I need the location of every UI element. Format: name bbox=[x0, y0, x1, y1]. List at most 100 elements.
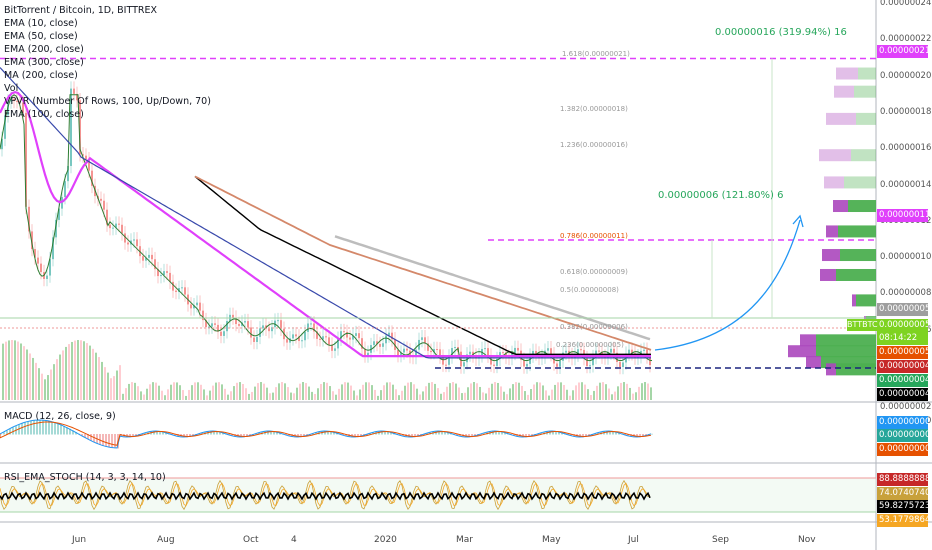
volume-bar bbox=[290, 392, 292, 400]
legend-vol[interactable]: Vol bbox=[4, 82, 211, 95]
candle-body bbox=[40, 263, 42, 273]
volume-bar bbox=[386, 382, 388, 400]
volume-bar bbox=[113, 376, 115, 400]
candle-body bbox=[610, 348, 612, 353]
legend-ema200[interactable]: EMA (200, close) bbox=[4, 43, 211, 56]
volume-bar bbox=[155, 382, 157, 400]
candle-body bbox=[559, 360, 561, 367]
vpvr-down-13 bbox=[806, 356, 821, 369]
legend-rsi-text: RSI_EMA_STOCH (14, 3, 3, 14, 10) bbox=[4, 472, 166, 483]
macd-histogram-bar bbox=[90, 434, 92, 441]
volume-bar bbox=[626, 383, 628, 400]
volume-bar bbox=[560, 382, 562, 400]
legend-ema10[interactable]: EMA (10, close) bbox=[4, 17, 211, 30]
vpvr-up-3 bbox=[851, 149, 876, 162]
candle-body bbox=[121, 224, 123, 234]
legend-ma200[interactable]: MA (200, close) bbox=[4, 69, 211, 82]
volume-bar bbox=[110, 378, 112, 400]
volume-bar bbox=[314, 394, 316, 400]
x-tick-label-1: Aug bbox=[157, 535, 175, 545]
volume-bar bbox=[614, 391, 616, 400]
volume-bar bbox=[446, 386, 448, 400]
volume-bar bbox=[524, 391, 526, 400]
x-tick-label-6: May bbox=[542, 535, 561, 545]
fib-label-6: 0.382(0.00000006) bbox=[560, 322, 628, 331]
candle-body bbox=[484, 348, 486, 350]
candle-body bbox=[358, 333, 360, 339]
volume-bar bbox=[629, 387, 631, 400]
volume-bar bbox=[641, 383, 643, 400]
legend-vpvr[interactable]: VPVR (Number Of Rows, 100, Up/Down, 70) bbox=[4, 95, 211, 108]
candle-body bbox=[100, 198, 102, 201]
candle-body bbox=[619, 362, 621, 367]
volume-bar bbox=[344, 382, 346, 400]
volume-bar bbox=[89, 345, 91, 400]
legend-rsi[interactable]: RSI_EMA_STOCH (14, 3, 3, 14, 10) bbox=[4, 471, 166, 484]
candle-body bbox=[250, 327, 252, 338]
volume-bar bbox=[50, 369, 52, 400]
vpvr-up-14 bbox=[836, 363, 876, 376]
volume-bar bbox=[422, 391, 424, 400]
volume-bar bbox=[65, 346, 67, 400]
legend-ema100[interactable]: EMA (100, close) bbox=[4, 108, 211, 121]
candle-body bbox=[127, 242, 129, 245]
legend-ema50[interactable]: EMA (50, close) bbox=[4, 30, 211, 43]
volume-bar bbox=[500, 386, 502, 400]
candle-body bbox=[103, 200, 105, 210]
legend-ema300[interactable]: EMA (300, close) bbox=[4, 56, 211, 69]
volume-bar bbox=[200, 384, 202, 400]
candle-body bbox=[421, 337, 423, 340]
legend-macd[interactable]: MACD (12, 26, close, 9) bbox=[4, 410, 116, 423]
x-tick-label-3: 4 bbox=[291, 535, 297, 545]
volume-bar bbox=[401, 390, 403, 400]
macd-histogram-bar bbox=[105, 434, 107, 447]
vpvr-down-1 bbox=[834, 85, 854, 98]
volume-bar bbox=[617, 386, 619, 400]
macd-histogram-bar bbox=[114, 434, 116, 449]
vpvr-up-9 bbox=[856, 294, 876, 307]
volume-bar bbox=[551, 389, 553, 400]
volume-bar bbox=[434, 383, 436, 400]
candle-body bbox=[517, 347, 519, 351]
volume-bar bbox=[77, 340, 79, 400]
volume-bar bbox=[497, 382, 499, 400]
candle-body bbox=[436, 349, 438, 351]
volume-bar bbox=[398, 395, 400, 400]
x-tick-label-2: Oct bbox=[243, 535, 259, 545]
macd-tick-label-0: 0.00000002 bbox=[880, 402, 932, 412]
volume-bar bbox=[323, 382, 325, 400]
volume-bar bbox=[632, 393, 634, 400]
vpvr-down-11 bbox=[800, 334, 816, 347]
y-tick-label-5: 0.00000014 bbox=[880, 179, 932, 190]
volume-bar bbox=[572, 390, 574, 400]
volume-bar bbox=[449, 383, 451, 400]
vpvr-down-14 bbox=[826, 363, 836, 376]
candle-body bbox=[382, 343, 384, 347]
volume-bar bbox=[437, 388, 439, 400]
volume-bar bbox=[239, 382, 241, 400]
volume-bar bbox=[602, 382, 604, 400]
vpvr-down-7 bbox=[822, 249, 840, 262]
vpvr-up-7 bbox=[840, 249, 876, 262]
volume-bar bbox=[605, 384, 607, 400]
rsi-tag-1: 74.07407407 bbox=[877, 487, 928, 500]
y-tick-label-2: 0.00000020 bbox=[880, 70, 932, 81]
volume-bar bbox=[26, 349, 28, 400]
volume-bar bbox=[467, 387, 469, 400]
rsi-tag-2: 59.82757236 bbox=[877, 500, 928, 513]
macd-histogram-bar bbox=[102, 434, 104, 446]
price-tag-5: 0.00000005 bbox=[877, 346, 928, 359]
volume-bar bbox=[185, 395, 187, 400]
vpvr-up-11 bbox=[816, 334, 876, 347]
y-tick-label-7: 0.00000010 bbox=[880, 252, 932, 263]
legend-main: BitTorrent / Bitcoin, 1D, BITTREX EMA (1… bbox=[4, 4, 211, 121]
candle-body bbox=[118, 223, 120, 225]
volume-bar bbox=[32, 357, 34, 400]
volume-bar bbox=[515, 382, 517, 400]
volume-bar bbox=[233, 386, 235, 400]
fib-label-0: 1.618(0.00000021) bbox=[562, 50, 630, 59]
candle-body bbox=[220, 331, 222, 336]
candle-body bbox=[160, 275, 162, 277]
candle-body bbox=[628, 349, 630, 354]
volume-bar bbox=[392, 384, 394, 400]
